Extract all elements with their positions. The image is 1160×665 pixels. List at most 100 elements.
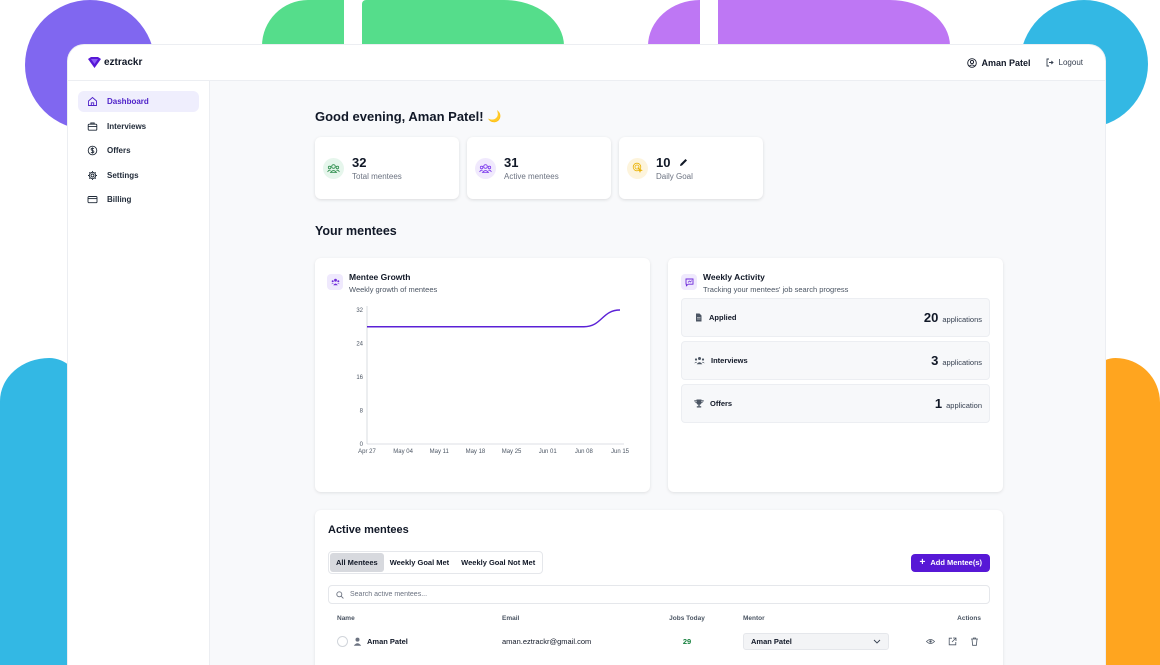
user-menu[interactable]: Aman Patel — [966, 57, 1031, 68]
gear-icon — [88, 170, 97, 180]
user-circle-icon — [966, 57, 977, 68]
column-header-actions: Actions — [957, 615, 981, 622]
y-tick-label: 16 — [356, 375, 363, 381]
panel-title: Active mentees — [328, 524, 409, 536]
panel-subtitle: Weekly growth of mentees — [349, 285, 438, 294]
target-icon — [627, 157, 648, 179]
panels-row: 0 8 16 24 32 Apr 27 May 04 May 11 May 18 May 25 Ju… — [315, 258, 1105, 492]
add-mentees-button[interactable]: + Add Mentee(s) — [911, 553, 990, 572]
person-icon — [353, 637, 362, 646]
sidebar-item-label: Dashboard — [107, 97, 149, 106]
y-tick-label: 0 — [360, 442, 364, 448]
eye-icon[interactable] — [926, 637, 935, 646]
chat-icon — [681, 274, 697, 290]
table-row[interactable]: Aman Patel aman.eztrackr@gmail.com 29 Am… — [328, 633, 990, 650]
stat-card-daily-goal: 10 Daily Goal — [619, 137, 763, 199]
pencil-icon[interactable] — [679, 158, 688, 167]
add-mentees-label: Add Mentee(s) — [930, 558, 982, 567]
activity-value: 20 — [923, 310, 939, 325]
users-icon — [323, 157, 344, 179]
column-header-name[interactable]: Name — [337, 615, 502, 622]
activity-label: Offers — [710, 399, 733, 408]
mentee-name: Aman Patel — [367, 637, 408, 646]
brand-name: eztrackr — [104, 57, 143, 68]
mentee-jobs-today: 29 — [682, 637, 692, 646]
dollar-icon — [87, 145, 98, 156]
logout-button[interactable]: Logout — [1045, 58, 1083, 67]
activity-unit: applications — [942, 315, 982, 324]
x-tick-label: Apr 27 — [358, 449, 376, 455]
column-header-email[interactable]: Email — [502, 615, 652, 622]
external-link-icon[interactable] — [948, 637, 957, 646]
search-icon — [336, 590, 344, 599]
y-tick-label: 32 — [356, 308, 363, 314]
bg-blob-violet — [718, 0, 950, 46]
main-content: Good evening, Aman Patel! 🌙 32 Total men… — [210, 81, 1105, 665]
activity-unit: application — [946, 401, 982, 410]
activity-row-applied: Applied 20 applications — [681, 298, 990, 337]
plus-icon: + — [919, 556, 926, 568]
logo[interactable]: eztrackr — [88, 57, 142, 68]
sidebar-item-interviews[interactable]: Interviews — [78, 116, 199, 137]
y-tick-label: 24 — [356, 342, 363, 348]
filter-tabs: All Mentees Weekly Goal Met Weekly Goal … — [328, 551, 544, 574]
tab-all-mentees[interactable]: All Mentees — [330, 553, 384, 572]
greeting: Good evening, Aman Patel! 🌙 — [315, 109, 1105, 124]
stat-value: 10 — [656, 155, 671, 170]
users-icon — [475, 157, 496, 179]
stat-label: Daily Goal — [656, 172, 693, 181]
row-actions — [902, 637, 981, 646]
panel-title: Weekly Activity — [703, 272, 765, 282]
column-header-mentor[interactable]: Mentor — [722, 615, 902, 622]
activity-value: 3 — [931, 353, 939, 368]
sidebar-item-label: Offers — [107, 146, 131, 155]
greeting-text: Good evening, Aman Patel! — [315, 109, 484, 124]
column-header-jobs-today[interactable]: Jobs Today — [652, 615, 722, 622]
top-right: Aman Patel Logout — [966, 57, 1083, 68]
row-select-radio[interactable] — [337, 636, 348, 647]
tab-weekly-goal-not-met[interactable]: Weekly Goal Not Met — [455, 553, 541, 572]
mentee-email: aman.eztrackr@gmail.com — [502, 637, 592, 646]
panel-title: Mentee Growth — [349, 272, 411, 282]
stats-row: 32 Total mentees 31 Active mentees 10 Da… — [315, 137, 1105, 199]
mentor-select[interactable]: Aman Patel — [743, 633, 889, 650]
top-bar: eztrackr Aman Patel Logout — [68, 45, 1105, 81]
sidebar-item-settings[interactable]: Settings — [78, 165, 199, 186]
series-line — [366, 309, 621, 328]
stat-value: 32 — [352, 155, 367, 170]
sidebar-item-billing[interactable]: Billing — [78, 189, 199, 210]
stat-value: 31 — [504, 155, 519, 170]
stat-card-active-mentees: 31 Active mentees — [467, 137, 611, 199]
stat-card-total-mentees: 32 Total mentees — [315, 137, 459, 199]
search-bar — [328, 585, 990, 604]
sidebar-item-dashboard[interactable]: Dashboard — [78, 91, 199, 112]
document-icon — [696, 313, 702, 322]
mentor-select-value: Aman Patel — [751, 637, 792, 646]
sidebar-item-offers[interactable]: Offers — [78, 140, 199, 161]
trash-icon[interactable] — [970, 637, 979, 646]
bg-blob-violet — [648, 0, 700, 46]
x-tick-label: May 18 — [466, 449, 486, 455]
sidebar: Dashboard Interviews Offers Settings Bil… — [68, 81, 210, 665]
active-mentees-panel: Active mentees All Mentees Weekly Goal M… — [315, 510, 1003, 665]
logout-icon — [1046, 58, 1054, 67]
tab-weekly-goal-met[interactable]: Weekly Goal Met — [384, 553, 455, 572]
activity-label: Interviews — [711, 356, 748, 365]
activity-unit: applications — [942, 358, 982, 367]
logo-mark-icon — [88, 57, 101, 68]
x-tick-label: Jun 15 — [611, 449, 630, 455]
moon-emoji: 🌙 — [487, 111, 502, 123]
sidebar-item-label: Interviews — [107, 121, 147, 131]
users-icon — [327, 274, 343, 290]
sidebar-item-label: Billing — [107, 195, 132, 204]
panel-subtitle: Tracking your mentees' job search progre… — [703, 285, 849, 294]
logout-label: Logout — [1058, 58, 1083, 67]
stat-label: Active mentees — [504, 172, 559, 181]
bg-blob-green — [262, 0, 344, 46]
home-icon — [88, 96, 97, 106]
user-name: Aman Patel — [981, 57, 1031, 68]
y-tick-label: 8 — [360, 409, 364, 415]
x-tick-label: May 25 — [502, 449, 522, 455]
search-input[interactable] — [350, 591, 982, 598]
weekly-activity-panel: Weekly Activity Tracking your mentees' j… — [668, 258, 1003, 492]
